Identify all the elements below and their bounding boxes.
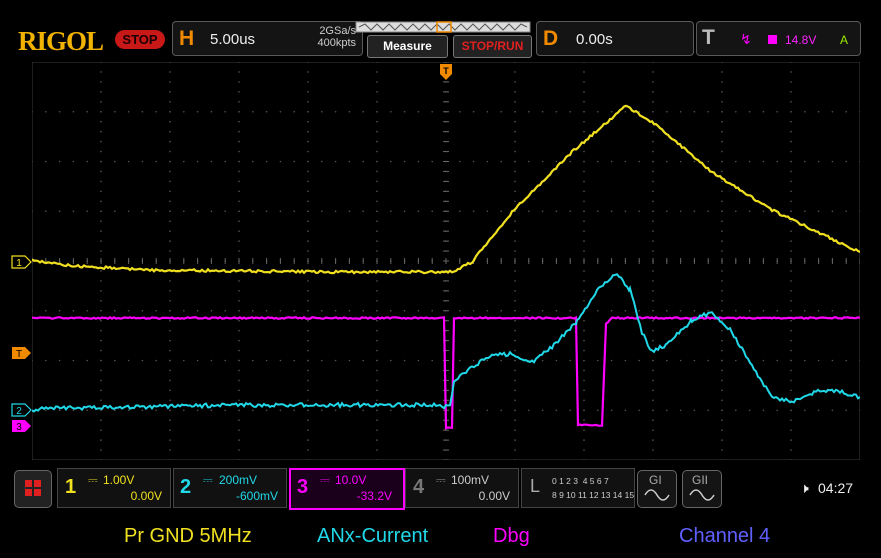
- ch1-scale: 1.00V: [103, 473, 134, 487]
- ch1-offset: 0.00V: [100, 489, 162, 503]
- ch1-coupling-icon: ⎓: [88, 473, 98, 488]
- stop-run-button[interactable]: STOP/RUN: [453, 35, 532, 58]
- trigger-mode: A: [840, 33, 848, 47]
- ch2-offset: -600mV: [212, 489, 278, 503]
- horizontal-label: H: [179, 27, 194, 51]
- trigger-slope-icon: ↯: [740, 31, 752, 48]
- generator-2-label: GII: [692, 473, 708, 487]
- waveform-display[interactable]: [32, 62, 860, 460]
- trigger-source-swatch: [768, 35, 777, 44]
- ch2-level-marker[interactable]: 2: [11, 403, 33, 417]
- ch4-number: 4: [413, 476, 424, 499]
- ch1-level-marker[interactable]: 1: [11, 255, 33, 269]
- generator-1-button[interactable]: GI: [637, 470, 677, 508]
- ch3-offset: -33.2V: [330, 489, 392, 503]
- sine-wave-icon: [689, 488, 715, 502]
- ch1-label: Pr GND 5MHz: [124, 525, 252, 548]
- trigger-level-marker-label: T: [16, 349, 22, 360]
- ch1-number: 1: [65, 476, 76, 499]
- ch3-coupling-icon: ⎓: [320, 473, 330, 488]
- logic-channels-row2: 8 9 10 11 12 13 14 15: [552, 490, 634, 500]
- delay-value: 0.00s: [576, 31, 613, 48]
- trigger-position-label: T: [443, 66, 449, 76]
- clock: 04:27: [818, 480, 853, 496]
- generator-2-button[interactable]: GII: [682, 470, 722, 508]
- sine-wave-icon: [644, 488, 670, 502]
- grid-menu-icon: [15, 471, 51, 507]
- ch4-offset: 0.00V: [446, 489, 510, 503]
- trigger-box[interactable]: [696, 21, 861, 56]
- delay-label: D: [543, 27, 558, 51]
- logic-channels-row1: 0 1 2 3 4 5 6 7: [552, 476, 609, 486]
- ch3-number: 3: [297, 476, 308, 499]
- delay-box[interactable]: [536, 21, 694, 56]
- trigger-position-marker[interactable]: T: [439, 63, 453, 81]
- ch1-marker-label: 1: [16, 258, 22, 269]
- ch3-label: Dbg: [493, 525, 530, 548]
- trigger-label: T: [702, 26, 715, 50]
- sample-rate-info: 2GSa/s 400kpts: [296, 25, 356, 49]
- memory-depth: 400kpts: [296, 37, 356, 49]
- speaker-icon[interactable]: 🕨: [800, 480, 809, 497]
- ch2-number: 2: [180, 476, 191, 499]
- ch2-marker-label: 2: [16, 406, 22, 417]
- ch2-coupling-icon: ⎓: [203, 473, 213, 488]
- ch3-scale: 10.0V: [335, 473, 366, 487]
- ch3-marker-label: 3: [16, 422, 22, 433]
- logic-analyzer-label: L: [530, 476, 540, 497]
- menu-button[interactable]: [14, 470, 52, 508]
- ch4-coupling-icon: ⎓: [436, 473, 446, 488]
- measure-button[interactable]: Measure: [367, 35, 448, 58]
- sample-rate: 2GSa/s: [296, 25, 356, 37]
- timebase-value: 5.00us: [210, 31, 255, 48]
- run-state-badge: STOP: [115, 30, 165, 49]
- generator-1-label: GI: [649, 473, 662, 487]
- memory-position-indicator: [355, 21, 531, 33]
- rigol-logo: RIGOL: [18, 26, 103, 57]
- ch4-scale: 100mV: [451, 473, 489, 487]
- trigger-level-marker[interactable]: T: [11, 346, 33, 360]
- ch2-label: ANx-Current: [317, 525, 428, 548]
- ch4-label: Channel 4: [679, 525, 770, 548]
- ch2-scale: 200mV: [219, 473, 257, 487]
- ch3-level-marker[interactable]: 3: [11, 419, 33, 433]
- trigger-level: 14.8V: [785, 33, 816, 47]
